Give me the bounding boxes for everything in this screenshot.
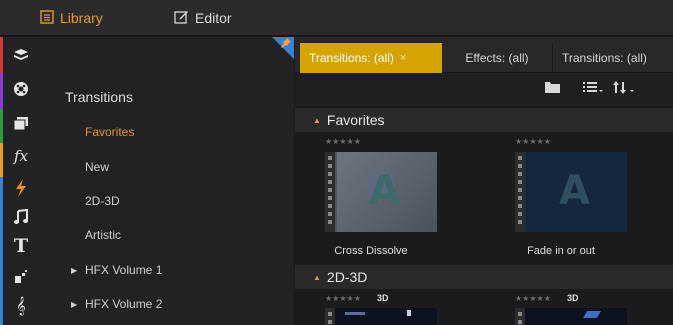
tab-label: Transitions: (all) (309, 51, 394, 65)
tab-transitions-all[interactable]: Transitions: (all) × (300, 43, 442, 73)
category-item-label: Artistic (85, 228, 121, 242)
library-tab[interactable]: Library (40, 0, 103, 36)
section-header-2d-3d[interactable]: ▲ 2D-3D (295, 265, 673, 289)
rail-stripe-green (0, 109, 3, 143)
category-item-2d-3d[interactable]: 2D-3D (85, 194, 120, 208)
letter-a-graphic: A (369, 168, 400, 214)
rating-stars[interactable]: ★★★★★ (325, 137, 361, 146)
category-item-label: 2D-3D (85, 194, 120, 208)
3d-badge: 3D (377, 293, 389, 303)
collapse-triangle-icon[interactable]: ▲ (313, 116, 321, 125)
rail-stripe-purple (0, 73, 3, 109)
category-item-label: HFX Volume 1 (85, 263, 163, 277)
category-icon-rail: fx T 𝄞 (0, 37, 40, 325)
filmstrip-edge (515, 152, 525, 232)
asset-tile-3d-2[interactable]: ★★★★★ 3D (485, 290, 673, 325)
category-item-label: HFX Volume 2 (85, 297, 163, 311)
sort-icon[interactable] (613, 81, 635, 97)
editor-tab[interactable]: Editor (174, 0, 232, 36)
asset-label: Cross Dissolve (334, 245, 408, 257)
close-tab-icon[interactable]: × (400, 52, 406, 64)
project-bin-icon[interactable] (10, 44, 32, 66)
category-item-new[interactable]: New (85, 160, 109, 174)
pin-icon[interactable] (281, 38, 291, 51)
disc-icon[interactable] (10, 78, 32, 100)
rating-stars[interactable]: ★★★★★ (515, 294, 551, 303)
title-t-icon[interactable]: T (10, 235, 32, 257)
letter-a-graphic: A (559, 168, 590, 214)
transitions-bolt-icon[interactable] (10, 177, 32, 199)
tab-effects-all[interactable]: Effects: (all) (442, 43, 553, 73)
panel-title: Transitions (65, 89, 133, 105)
rating-stars[interactable]: ★★★★★ (325, 294, 361, 303)
music-note-icon[interactable] (10, 206, 32, 228)
thumbnail (325, 308, 437, 325)
library-tab-label: Library (60, 10, 103, 26)
section-title: 2D-3D (326, 269, 368, 285)
category-item-favorites[interactable]: Favorites (85, 125, 134, 139)
expand-arrow-icon[interactable]: ▶ (71, 300, 77, 309)
library-icon (40, 9, 54, 27)
section-title: Favorites (326, 112, 385, 128)
rail-stripe-red (0, 37, 3, 73)
asset-tile-3d-1[interactable]: ★★★★★ 3D (295, 290, 485, 325)
browser-toolbar (295, 73, 673, 106)
section-header-favorites[interactable]: ▲ Favorites (295, 108, 673, 132)
montage-icon[interactable] (10, 266, 32, 288)
editor-tab-label: Editor (195, 10, 232, 26)
effects-fx-icon[interactable]: fx (10, 145, 32, 167)
category-item-artistic[interactable]: Artistic (85, 228, 121, 242)
category-item-label: Favorites (85, 125, 135, 139)
expand-arrow-icon[interactable]: ▶ (71, 266, 77, 275)
asset-browser: ▲ Favorites ★★★★★ A Cross Dissolve ★★★★★… (295, 106, 673, 325)
collapse-triangle-icon[interactable]: ▲ (313, 273, 321, 282)
asset-label: Fade in or out (527, 245, 595, 257)
category-item-hfx-volume-2[interactable]: ▶ HFX Volume 2 (71, 297, 163, 311)
3d-badge: 3D (567, 293, 579, 303)
thumbnail (515, 308, 627, 325)
top-menu-bar: Library Editor (0, 0, 673, 36)
asset-tile-cross-dissolve[interactable]: ★★★★★ A Cross Dissolve (295, 134, 485, 264)
thumbnail: A (325, 152, 437, 232)
thumbnail: A (515, 152, 627, 232)
rail-stripe-orange (0, 143, 3, 177)
filter-tabs-bar: Transitions: (all) × Effects: (all) Tran… (295, 37, 673, 73)
edit-pencil-icon (174, 9, 189, 27)
filmstrip-edge (325, 152, 335, 232)
asset-tile-fade-in-or-out[interactable]: ★★★★★ A Fade in or out (485, 134, 673, 264)
filmstrip-edge (515, 308, 525, 325)
rail-stripe-blue (0, 177, 3, 325)
collections-icon[interactable] (10, 112, 32, 134)
sound-effects-icon[interactable]: 𝄞 (10, 295, 32, 317)
category-item-label: New (85, 160, 110, 174)
filmstrip-edge (325, 308, 335, 325)
tab-transitions-all-2[interactable]: Transitions: (all) (553, 43, 673, 73)
rating-stars[interactable]: ★★★★★ (515, 137, 551, 146)
tab-label: Effects: (all) (465, 51, 529, 65)
category-panel: Transitions Favorites New 2D-3D Artistic… (40, 37, 294, 325)
category-item-hfx-volume-1[interactable]: ▶ HFX Volume 1 (71, 263, 163, 277)
list-view-icon[interactable] (583, 81, 603, 96)
tab-label: Transitions: (all) (562, 51, 647, 65)
folder-icon[interactable] (545, 81, 560, 96)
